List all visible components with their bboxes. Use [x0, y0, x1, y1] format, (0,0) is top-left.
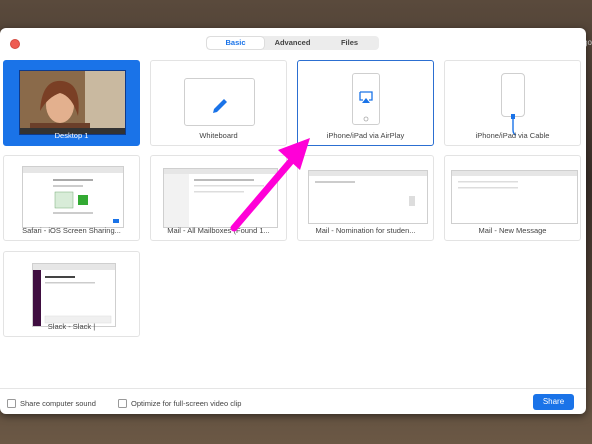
annotation-arrow-icon — [230, 138, 310, 232]
